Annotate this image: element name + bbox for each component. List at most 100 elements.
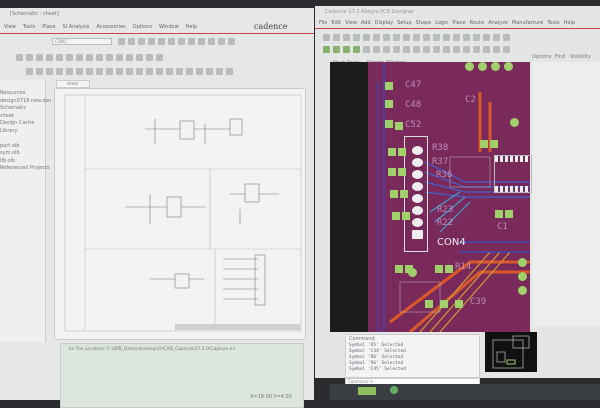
tool-icon[interactable] <box>146 68 153 75</box>
tool-icon[interactable] <box>116 68 123 75</box>
tool-icon[interactable] <box>136 68 143 75</box>
tree-item[interactable]: sheet <box>0 113 45 121</box>
tool-icon[interactable] <box>208 38 215 45</box>
tool-icon[interactable] <box>228 38 235 45</box>
tool-icon[interactable] <box>36 68 43 75</box>
tool-icon[interactable] <box>393 34 400 41</box>
menu-place[interactable]: Place <box>452 20 465 26</box>
world-view-minimap[interactable] <box>485 332 537 372</box>
tool-icon[interactable] <box>403 34 410 41</box>
menu-analyze[interactable]: Analyze <box>488 20 508 26</box>
tool-icon[interactable] <box>423 46 430 53</box>
tool-icon[interactable] <box>383 34 390 41</box>
tool-icon[interactable] <box>443 46 450 53</box>
tool-icon[interactable] <box>188 38 195 45</box>
tool-icon[interactable] <box>106 68 113 75</box>
tool-icon[interactable] <box>116 54 123 61</box>
tool-icon[interactable] <box>36 54 43 61</box>
zoom-out-icon[interactable] <box>433 34 440 41</box>
tool-icon[interactable] <box>403 46 410 53</box>
tool-icon[interactable] <box>66 68 73 75</box>
taskbar-app[interactable] <box>358 387 376 395</box>
tool-icon[interactable] <box>483 34 490 41</box>
tool-icon[interactable] <box>216 68 223 75</box>
layer-icon[interactable] <box>343 46 350 53</box>
tool-icon[interactable] <box>503 46 510 53</box>
open-icon[interactable] <box>333 34 340 41</box>
tool-icon[interactable] <box>413 46 420 53</box>
menu-window[interactable]: Window <box>159 24 179 30</box>
tool-icon[interactable] <box>106 54 113 61</box>
tool-icon[interactable] <box>453 46 460 53</box>
menu-manufacture[interactable]: Manufacture <box>512 20 543 26</box>
tool-icon[interactable] <box>176 68 183 75</box>
panel-tab-options[interactable]: Options <box>532 54 551 60</box>
save-icon[interactable] <box>343 34 350 41</box>
menu-setup[interactable]: Setup <box>397 20 412 26</box>
menu-logic[interactable]: Logic <box>435 20 448 26</box>
menu-tools[interactable]: Tools <box>23 24 35 30</box>
menu-help[interactable]: Help <box>186 24 197 30</box>
tool-icon[interactable] <box>46 68 53 75</box>
schematic-canvas[interactable] <box>54 88 306 340</box>
tool-icon[interactable] <box>218 38 225 45</box>
layer-icon[interactable] <box>333 46 340 53</box>
tool-icon[interactable] <box>206 68 213 75</box>
tool-icon[interactable] <box>503 34 510 41</box>
menu-add[interactable]: Add <box>361 20 371 26</box>
tree-item[interactable]: lib.olb <box>0 158 45 166</box>
tool-icon[interactable] <box>26 54 33 61</box>
tool-icon[interactable] <box>373 46 380 53</box>
part-field[interactable]: CON1 <box>52 38 112 45</box>
tool-icon[interactable] <box>158 38 165 45</box>
tool-icon[interactable] <box>46 54 53 61</box>
tool-icon[interactable] <box>16 54 23 61</box>
tool-icon[interactable] <box>493 34 500 41</box>
tool-icon[interactable] <box>26 68 33 75</box>
tool-icon[interactable] <box>196 68 203 75</box>
taskbar-app-icon[interactable] <box>390 386 398 394</box>
tool-icon[interactable] <box>383 46 390 53</box>
tool-icon[interactable] <box>453 34 460 41</box>
tree-item[interactable]: design0718 new.dsn <box>0 98 51 106</box>
tool-icon[interactable] <box>126 68 133 75</box>
layer-icon[interactable] <box>323 46 330 53</box>
tool-icon[interactable] <box>126 54 133 61</box>
zoom-fit-icon[interactable] <box>443 34 450 41</box>
menu-view[interactable]: View <box>345 20 357 26</box>
panel-tab-visibility[interactable]: Visibility <box>570 54 591 60</box>
tool-icon[interactable] <box>493 46 500 53</box>
tree-item[interactable]: Referenced Projects <box>0 165 50 173</box>
tool-icon[interactable] <box>186 68 193 75</box>
zoom-area-icon[interactable] <box>138 38 145 45</box>
tool-icon[interactable] <box>146 54 153 61</box>
menu-file[interactable]: File <box>319 20 327 26</box>
tool-icon[interactable] <box>413 34 420 41</box>
tool-icon[interactable] <box>136 54 143 61</box>
delete-icon[interactable] <box>373 34 380 41</box>
tree-item[interactable]: Library <box>0 128 45 136</box>
tool-icon[interactable] <box>76 68 83 75</box>
tool-icon[interactable] <box>363 46 370 53</box>
pcb-canvas[interactable] <box>330 62 530 332</box>
tool-icon[interactable] <box>178 38 185 45</box>
tool-icon[interactable] <box>463 34 470 41</box>
tree-item[interactable]: Schematic <box>0 105 45 113</box>
tool-icon[interactable] <box>433 46 440 53</box>
zoom-out-icon[interactable] <box>128 38 135 45</box>
tree-item[interactable]: Design Cache <box>0 120 45 128</box>
tree-item[interactable]: Resources <box>0 90 45 98</box>
tool-icon[interactable] <box>198 38 205 45</box>
menu-help[interactable]: Help <box>564 20 575 26</box>
tree-item[interactable]: part.olb <box>0 143 45 151</box>
zoom-in-icon[interactable] <box>423 34 430 41</box>
move-icon[interactable] <box>353 34 360 41</box>
menu-accessories[interactable]: Accessories <box>96 24 125 30</box>
tool-icon[interactable] <box>168 38 175 45</box>
tool-icon[interactable] <box>363 34 370 41</box>
layer-icon[interactable] <box>353 46 360 53</box>
menu-display[interactable]: Display <box>375 20 393 26</box>
new-icon[interactable] <box>323 34 330 41</box>
tool-icon[interactable] <box>156 68 163 75</box>
tool-icon[interactable] <box>393 46 400 53</box>
